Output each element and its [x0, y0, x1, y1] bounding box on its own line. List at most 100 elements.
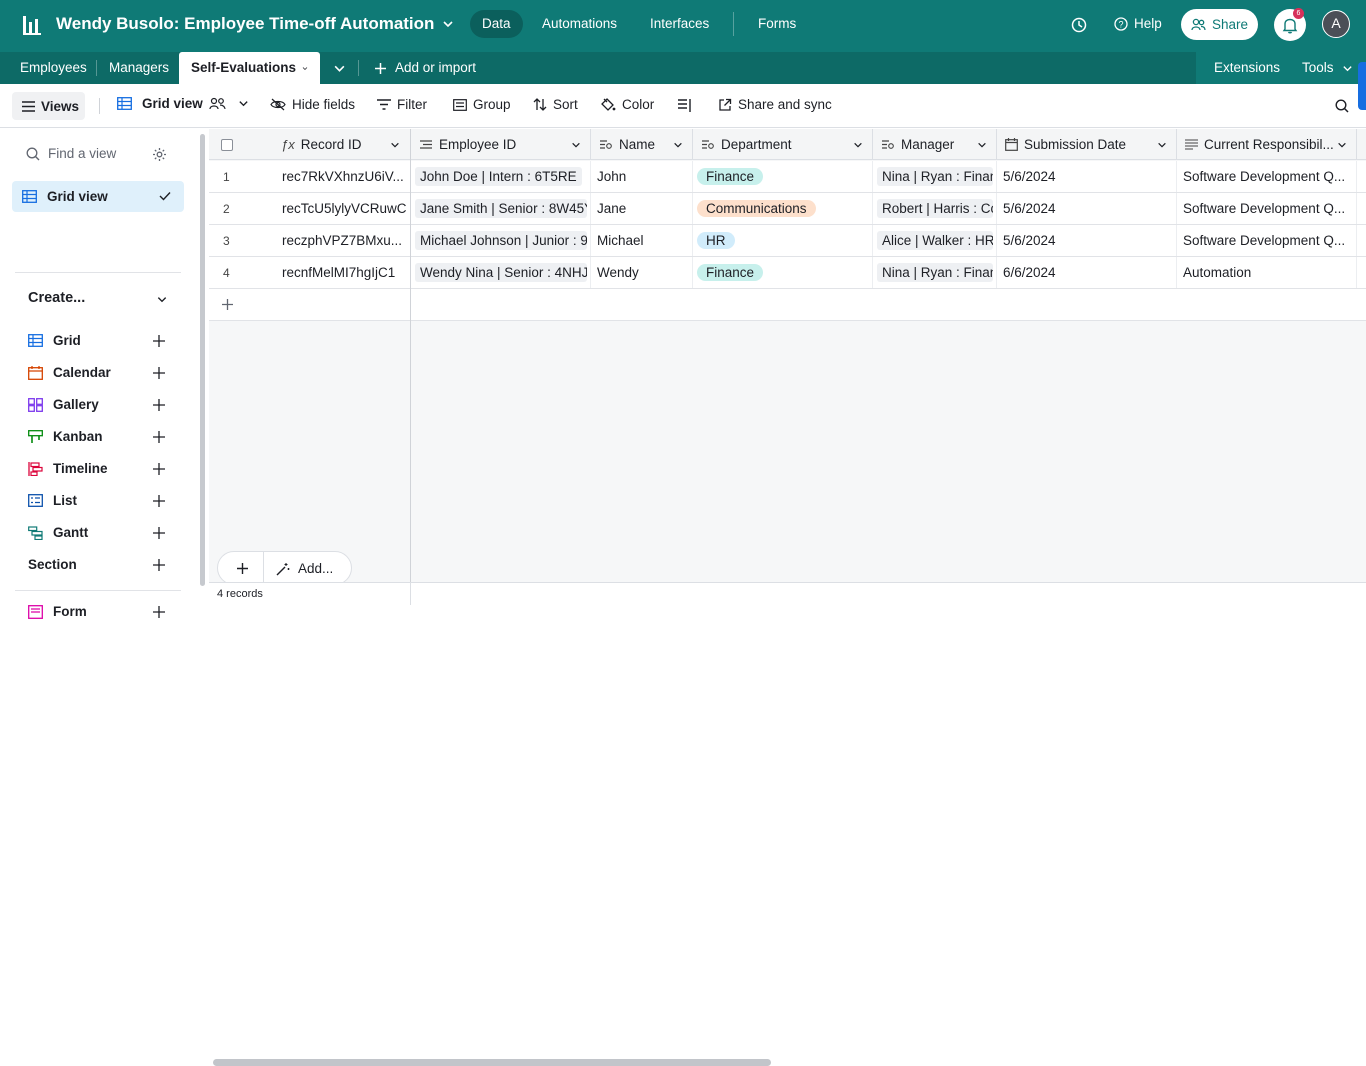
cell-name[interactable]: Jane — [591, 193, 693, 224]
chevron-down-icon[interactable] — [302, 63, 308, 74]
plus-icon[interactable] — [152, 462, 166, 476]
cell-employee-id[interactable]: Jane Smith | Senior : 8W45Y — [411, 193, 591, 224]
find-view-search[interactable]: Find a view — [26, 146, 116, 161]
history-icon[interactable] — [1070, 16, 1088, 34]
cell-employee-id[interactable]: Wendy Nina | Senior : 4NHJN — [411, 257, 591, 288]
add-label[interactable]: Add... — [298, 561, 333, 576]
plus-icon[interactable] — [152, 398, 166, 412]
plus-icon[interactable] — [152, 334, 166, 348]
avatar[interactable]: A — [1322, 10, 1350, 38]
create-gallery[interactable]: Gallery — [28, 397, 99, 412]
cell-submission-date[interactable]: 5/6/2024 — [997, 225, 1177, 256]
cell-submission-date[interactable]: 5/6/2024 — [997, 161, 1177, 192]
linked-record-chip[interactable]: Jane Smith | Senior : 8W45Y — [415, 199, 587, 218]
tab-managers[interactable]: Managers — [99, 52, 179, 84]
tab-employees[interactable]: Employees — [10, 52, 97, 84]
cell-current-responsibilities[interactable]: Automation — [1177, 257, 1357, 288]
column-header-department[interactable]: Department — [693, 129, 873, 160]
cell-submission-date[interactable]: 5/6/2024 — [997, 193, 1177, 224]
plus-icon[interactable] — [152, 366, 166, 380]
help-button[interactable]: ? Help — [1114, 16, 1162, 31]
view-switcher[interactable]: Grid view — [117, 96, 249, 111]
linked-record-chip[interactable]: Nina | Ryan : Financ — [877, 167, 993, 186]
share-and-sync-button[interactable]: Share and sync — [718, 97, 832, 112]
cell-employee-id[interactable]: John Doe | Intern : 6T5RE — [411, 161, 591, 192]
column-header-name[interactable]: Name — [591, 129, 693, 160]
nav-interfaces[interactable]: Interfaces — [638, 10, 721, 38]
cell-current-responsibilities[interactable]: Software Development Q... — [1177, 225, 1357, 256]
create-calendar[interactable]: Calendar — [28, 365, 111, 380]
cell-record-id[interactable]: recTcU5lylyVCRuwC — [271, 193, 411, 224]
sidebar-item-grid-view[interactable]: Grid view — [12, 181, 184, 212]
share-button[interactable]: Share — [1181, 9, 1258, 40]
hide-fields-button[interactable]: Hide fields — [270, 97, 355, 112]
add-record-bar[interactable]: Add... — [217, 551, 352, 586]
cell-current-responsibilities[interactable]: Software Development Q... — [1177, 161, 1357, 192]
plus-icon[interactable] — [236, 562, 249, 575]
color-button[interactable]: Color — [601, 97, 654, 112]
all-tables-chevron-icon[interactable] — [333, 62, 346, 75]
tools-button[interactable]: Tools — [1292, 52, 1363, 84]
table-row[interactable]: 4 recnfMelMI7hgIjC1 Wendy Nina | Senior : … — [209, 257, 1366, 289]
cell-name[interactable]: Wendy — [591, 257, 693, 288]
cell-name[interactable]: John — [591, 161, 693, 192]
tab-self-evaluations[interactable]: Self-Evaluations — [179, 52, 320, 84]
table-row[interactable]: 2 recTcU5lylyVCRuwC Jane Smith | Senior : … — [209, 193, 1366, 225]
column-header-employee-id[interactable]: Employee ID — [411, 129, 591, 160]
select-all-checkbox[interactable] — [221, 138, 233, 151]
extensions-button[interactable]: Extensions — [1204, 52, 1290, 84]
horizontal-scrollbar[interactable] — [213, 1059, 771, 1066]
sidebar-scrollbar[interactable] — [200, 134, 205, 586]
column-header-manager[interactable]: Manager — [873, 129, 997, 160]
create-gantt[interactable]: Gantt — [28, 525, 88, 540]
plus-icon[interactable] — [152, 526, 166, 540]
cell-department[interactable]: HR — [693, 225, 873, 256]
cell-manager[interactable]: Nina | Ryan : Financ — [873, 161, 997, 192]
linked-record-chip[interactable]: Wendy Nina | Senior : 4NHJN — [415, 263, 587, 282]
linked-record-chip[interactable]: John Doe | Intern : 6T5RE — [415, 167, 582, 186]
cell-manager[interactable]: Nina | Ryan : Financ — [873, 257, 997, 288]
search-icon[interactable] — [1335, 99, 1349, 113]
side-panel-tab[interactable] — [1358, 62, 1366, 110]
cell-department[interactable]: Communications — [693, 193, 873, 224]
column-header-current-responsibilities[interactable]: Current Responsibil... — [1177, 129, 1357, 160]
create-kanban[interactable]: Kanban — [28, 429, 103, 444]
nav-data[interactable]: Data — [470, 10, 523, 38]
add-record-row[interactable] — [209, 289, 1366, 321]
column-header-submission-date[interactable]: Submission Date — [997, 129, 1177, 160]
chevron-down-icon[interactable] — [156, 294, 168, 305]
sort-button[interactable]: Sort — [533, 97, 578, 112]
gear-icon[interactable] — [152, 147, 167, 162]
cell-record-id[interactable]: reczphVPZ7BMxu... — [271, 225, 411, 256]
views-toggle-button[interactable]: Views — [12, 92, 85, 120]
cell-manager[interactable]: Alice | Walker : HR — [873, 225, 997, 256]
create-list[interactable]: List — [28, 493, 77, 508]
nav-automations[interactable]: Automations — [530, 10, 629, 38]
linked-record-chip[interactable]: Alice | Walker : HR — [877, 231, 993, 250]
plus-icon[interactable] — [152, 605, 166, 619]
table-row[interactable]: 3 reczphVPZ7BMxu... Michael Johnson | Juni… — [209, 225, 1366, 257]
linked-record-chip[interactable]: Nina | Ryan : Financ — [877, 263, 993, 282]
row-height-icon[interactable] — [678, 99, 692, 112]
plus-icon[interactable] — [221, 298, 234, 311]
cell-current-responsibilities[interactable]: Software Development Q... — [1177, 193, 1357, 224]
plus-icon[interactable] — [152, 494, 166, 508]
create-section-header[interactable]: Create... — [28, 290, 85, 306]
cell-record-id[interactable]: rec7RkVXhnzU6iV... — [271, 161, 411, 192]
cell-record-id[interactable]: recnfMelMI7hgIjC1 — [271, 257, 411, 288]
cell-department[interactable]: Finance — [693, 257, 873, 288]
nav-forms[interactable]: Forms — [746, 10, 808, 38]
create-timeline[interactable]: Timeline — [28, 461, 108, 476]
column-header-record-id[interactable]: ƒx Record ID — [271, 129, 411, 160]
linked-record-chip[interactable]: Robert | Harris : Co — [877, 199, 993, 218]
add-or-import-button[interactable]: Add or import — [364, 52, 486, 84]
plus-icon[interactable] — [152, 558, 166, 572]
create-form[interactable]: Form — [28, 604, 87, 619]
cell-department[interactable]: Finance — [693, 161, 873, 192]
table-row[interactable]: 1 rec7RkVXhnzU6iV... John Doe | Intern : 6… — [209, 161, 1366, 193]
create-section[interactable]: Section — [28, 557, 77, 572]
cell-submission-date[interactable]: 6/6/2024 — [997, 257, 1177, 288]
linked-record-chip[interactable]: Michael Johnson | Junior : 9C — [415, 231, 587, 250]
cell-employee-id[interactable]: Michael Johnson | Junior : 9C — [411, 225, 591, 256]
filter-button[interactable]: Filter — [377, 97, 427, 112]
